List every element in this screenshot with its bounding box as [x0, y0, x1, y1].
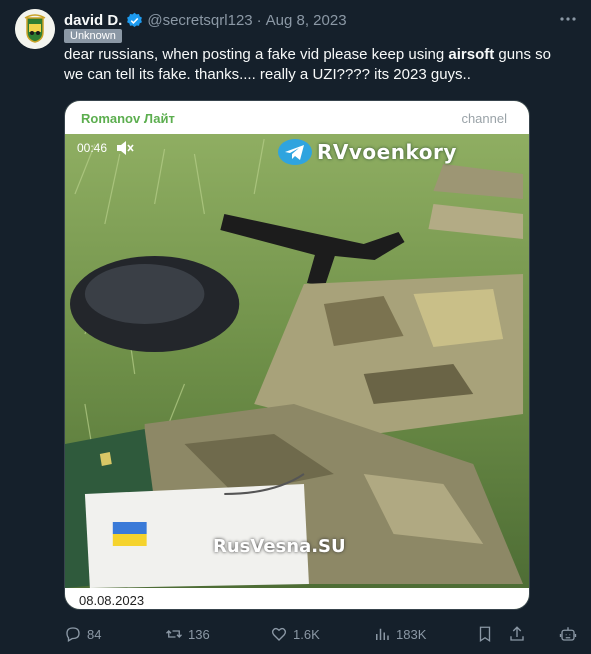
card-date: 08.08.2023 [79, 593, 145, 608]
tweet-text-part: dear russians, when posting a fake vid p… [64, 46, 449, 63]
media-card[interactable]: Romanov Лайт channel 00:46 RVvoenkory Ru… [64, 100, 530, 610]
retweet-button[interactable]: 136 [165, 624, 210, 644]
reply-icon [66, 627, 80, 642]
bookmark-icon [479, 626, 491, 643]
bookmark-button[interactable] [476, 624, 499, 644]
status-badge: Unknown [64, 29, 122, 43]
heart-icon [271, 627, 287, 641]
action-bar: 84 136 1.6K 183K [64, 624, 584, 644]
tweet-text-bold: airsoft [448, 46, 495, 63]
ellipsis-icon [560, 17, 576, 21]
robot-icon [559, 627, 577, 641]
mute-icon[interactable] [116, 140, 134, 156]
grok-button[interactable] [559, 624, 582, 644]
watermark-bottom-text: RusVesna.SU [213, 536, 346, 557]
views-icon [376, 628, 389, 640]
reply-button[interactable]: 84 [64, 624, 101, 644]
like-count: 1.6K [293, 626, 320, 642]
view-count: 183K [396, 626, 427, 642]
channel-name: Romanov Лайт [81, 111, 175, 126]
retweet-icon [166, 630, 182, 638]
video-frame[interactable] [65, 134, 529, 588]
tweet-header: david D. @secretsqrl123 · Aug 8, 2023 [64, 10, 347, 30]
verified-badge-icon [127, 12, 143, 27]
separator: · [256, 11, 262, 29]
card-header: Romanov Лайт channel [65, 101, 529, 134]
telegram-icon [278, 139, 312, 165]
watermark-top: RVvoenkory [277, 137, 457, 167]
share-button[interactable] [508, 624, 531, 644]
more-options-button[interactable] [557, 8, 579, 30]
tweet-date[interactable]: Aug 8, 2023 [266, 12, 347, 29]
watermark-top-text: RVvoenkory [317, 140, 457, 164]
card-footer: 08.08.2023 [65, 588, 529, 609]
like-button[interactable]: 1.6K [270, 624, 320, 644]
channel-tag: channel [461, 111, 507, 126]
tweet-text: dear russians, when posting a fake vid p… [64, 45, 564, 85]
avatar[interactable] [15, 9, 55, 49]
display-name[interactable]: david D. [64, 12, 122, 29]
video-timestamp: 00:46 [77, 141, 108, 155]
share-icon [510, 626, 524, 641]
retweet-count: 136 [188, 626, 210, 642]
reply-count: 84 [87, 626, 102, 642]
handle[interactable]: @secretsqrl123 [147, 12, 252, 29]
tweet[interactable]: david D. @secretsqrl123 · Aug 8, 2023 Un… [0, 0, 591, 654]
video-scene-image [65, 134, 529, 588]
views-button[interactable]: 183K [373, 624, 426, 644]
